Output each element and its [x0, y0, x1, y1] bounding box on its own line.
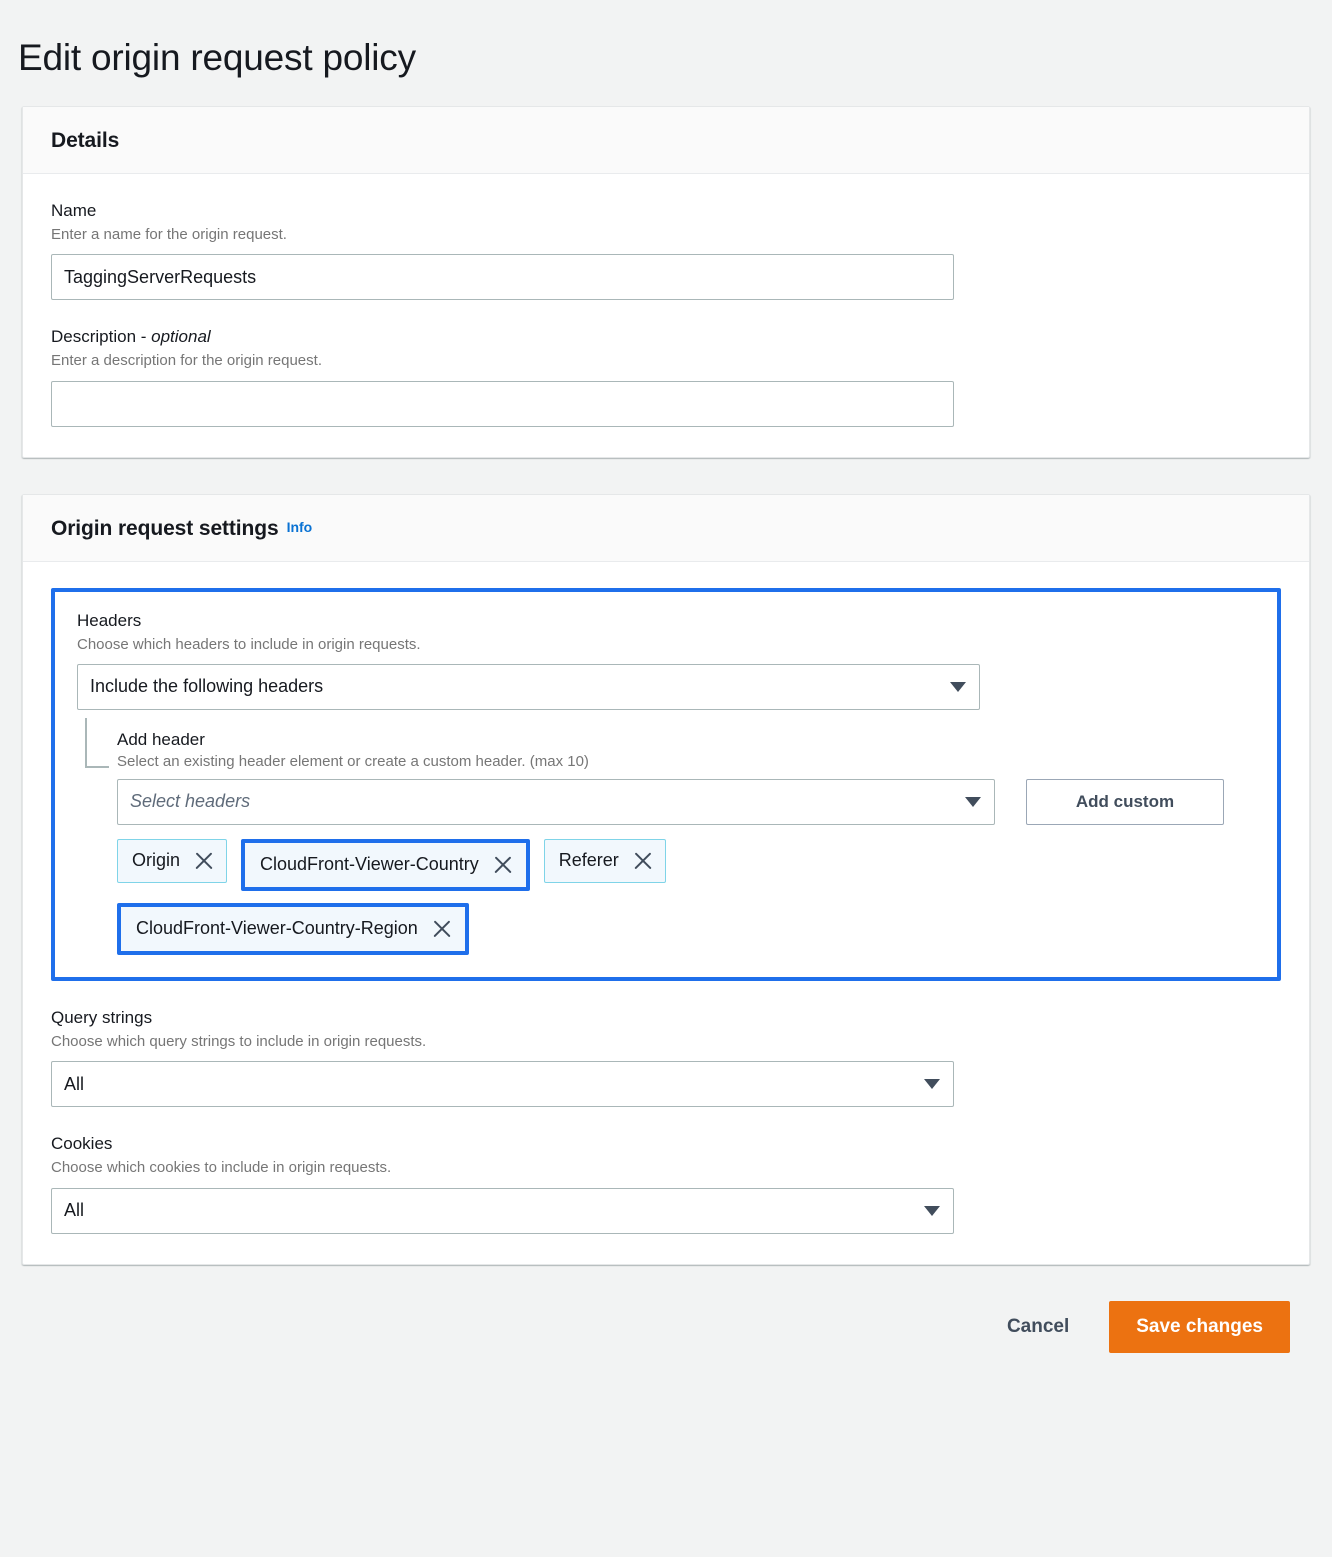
edit-origin-request-policy-page: Edit origin request policy Details Name …: [0, 25, 1332, 1557]
select-headers-wrap: Select headers: [117, 779, 995, 825]
settings-card-header: Origin request settings Info: [23, 495, 1309, 562]
cookies-select[interactable]: All: [51, 1188, 954, 1234]
origin-request-settings-card: Origin request settings Info Headers Choo…: [22, 494, 1310, 1265]
info-link[interactable]: Info: [287, 519, 313, 535]
headers-select-wrap: Include the following headers: [77, 664, 980, 710]
add-header-description: Select an existing header element or cre…: [117, 753, 1255, 770]
add-header-block: Add header Select an existing header ele…: [77, 730, 1255, 955]
header-chip-label: CloudFront-Viewer-Country: [260, 854, 479, 875]
form-actions-footer: Cancel Save changes: [0, 1265, 1332, 1383]
header-chip-body: CloudFront-Viewer-Country-Region: [121, 907, 465, 951]
header-chip: CloudFront-Viewer-Country-Region: [117, 903, 469, 955]
cookies-description: Choose which cookies to include in origi…: [51, 1158, 1281, 1178]
headers-label: Headers: [77, 610, 1255, 632]
query-strings-field-group: Query strings Choose which query strings…: [51, 1007, 1281, 1107]
cancel-button[interactable]: Cancel: [997, 1308, 1079, 1346]
details-card: Details Name Enter a name for the origin…: [22, 106, 1310, 458]
select-headers-dropdown[interactable]: Select headers: [117, 779, 995, 825]
cookies-field-group: Cookies Choose which cookies to include …: [51, 1133, 1281, 1233]
name-label: Name: [51, 200, 1281, 222]
header-chip-body: CloudFront-Viewer-Country: [245, 843, 526, 887]
header-chip-body: Referer: [544, 839, 666, 883]
tree-connector-line: [85, 718, 109, 768]
header-chip: CloudFront-Viewer-Country: [241, 839, 530, 891]
page-title: Edit origin request policy: [0, 25, 1332, 81]
name-description: Enter a name for the origin request.: [51, 225, 1281, 245]
headers-group: Headers Choose which headers to include …: [51, 588, 1281, 981]
name-input[interactable]: [51, 254, 954, 300]
header-chip-label: Origin: [132, 850, 180, 871]
header-chip-body: Origin: [117, 839, 227, 883]
description-field-group: Description - optional Enter a descripti…: [51, 326, 1281, 426]
description-description: Enter a description for the origin reque…: [51, 351, 1281, 371]
add-header-controls-row: Select headers Add custom: [117, 779, 1255, 825]
header-chip: Referer: [544, 839, 666, 891]
headers-select[interactable]: Include the following headers: [77, 664, 980, 710]
close-icon[interactable]: [432, 919, 452, 939]
add-custom-button[interactable]: Add custom: [1026, 779, 1224, 825]
details-heading: Details: [51, 129, 119, 153]
header-chip: Origin: [117, 839, 227, 891]
description-label: Description - optional: [51, 326, 1281, 348]
description-input[interactable]: [51, 381, 954, 427]
settings-heading: Origin request settings: [51, 517, 279, 541]
query-strings-description: Choose which query strings to include in…: [51, 1032, 1281, 1052]
query-strings-select[interactable]: All: [51, 1061, 954, 1107]
add-header-label: Add header: [117, 730, 1255, 750]
save-changes-button[interactable]: Save changes: [1109, 1301, 1290, 1353]
settings-card-body: Headers Choose which headers to include …: [23, 562, 1309, 1264]
close-icon[interactable]: [194, 851, 214, 871]
query-strings-select-wrap: All: [51, 1061, 954, 1107]
cookies-select-wrap: All: [51, 1188, 954, 1234]
selected-headers-chip-list: Origin CloudFront-Viewer-Country Referer Cl…: [117, 839, 817, 955]
description-label-text: Description -: [51, 327, 151, 346]
details-card-body: Name Enter a name for the origin request…: [23, 174, 1309, 457]
close-icon[interactable]: [493, 855, 513, 875]
query-strings-label: Query strings: [51, 1007, 1281, 1029]
name-field-group: Name Enter a name for the origin request…: [51, 200, 1281, 300]
description-optional-text: optional: [151, 327, 211, 346]
header-chip-label: Referer: [559, 850, 619, 871]
header-chip-label: CloudFront-Viewer-Country-Region: [136, 918, 418, 939]
headers-description: Choose which headers to include in origi…: [77, 635, 1255, 655]
details-card-header: Details: [23, 107, 1309, 174]
close-icon[interactable]: [633, 851, 653, 871]
cookies-label: Cookies: [51, 1133, 1281, 1155]
